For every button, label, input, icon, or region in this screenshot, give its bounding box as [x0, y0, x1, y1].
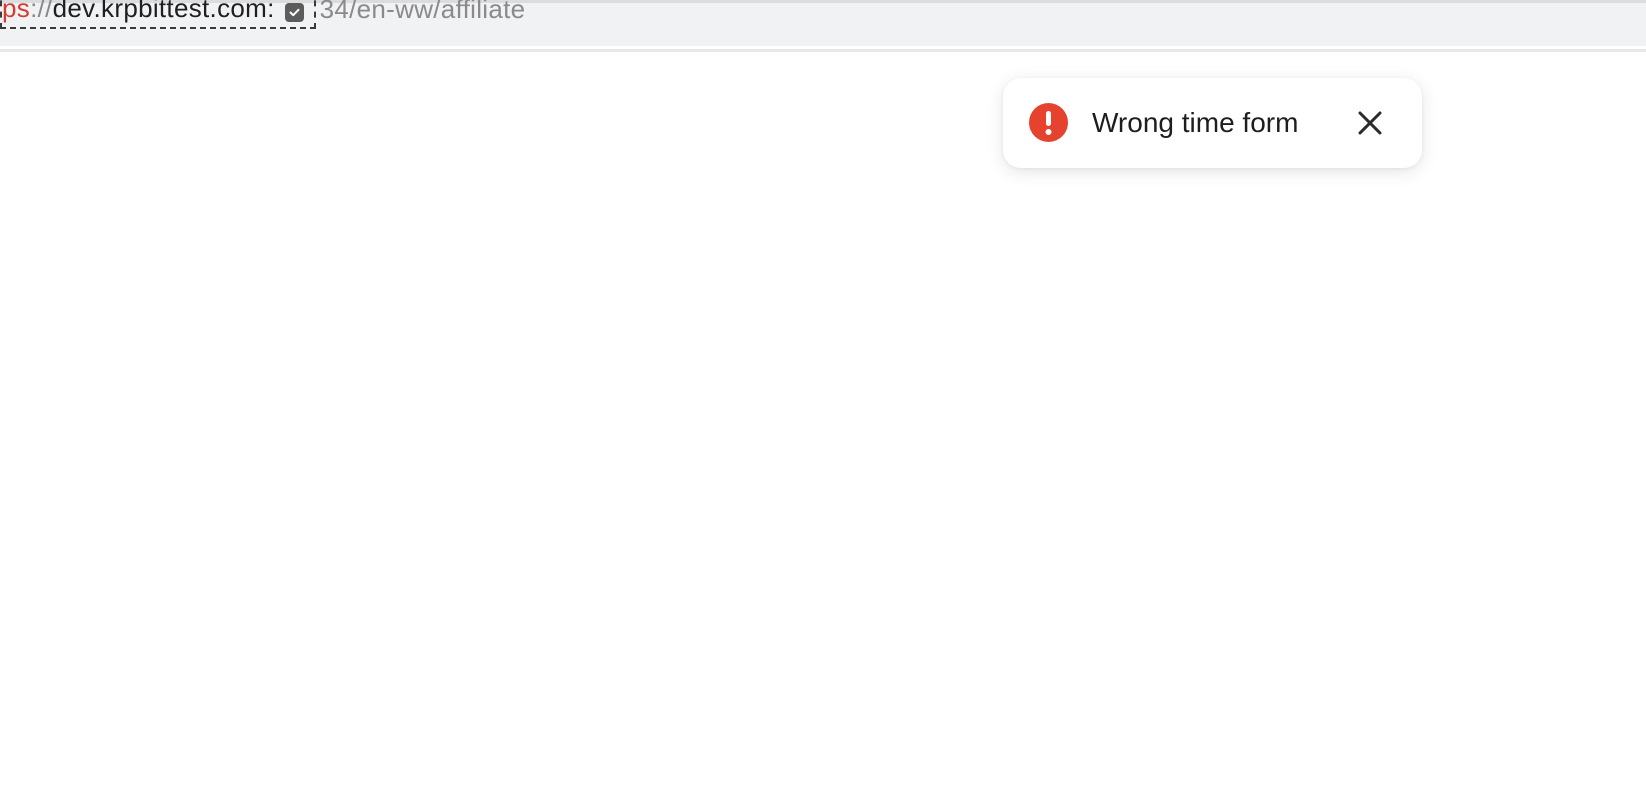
error-toast: Wrong time form	[1003, 78, 1422, 168]
url-host: dev.krpbittest.com:	[52, 0, 275, 23]
error-exclamation-icon	[1029, 103, 1068, 142]
url-scheme: ps	[2, 0, 31, 23]
page: ps://dev.krpbittest.com: 34/en-ww/affili…	[0, 0, 1646, 804]
dropdown-chip-icon[interactable]	[284, 2, 304, 22]
toast-message: Wrong time form	[1092, 107, 1299, 138]
close-icon[interactable]	[1355, 108, 1385, 138]
url-separator: ://	[30, 0, 53, 23]
url-bar-divider	[0, 49, 1646, 52]
browser-url-bar[interactable]: ps://dev.krpbittest.com: 34/en-ww/affili…	[0, 0, 1646, 46]
url-selection-highlight: ps://dev.krpbittest.com:	[0, 0, 316, 29]
url-path: 34/en-ww/affiliate	[319, 0, 526, 24]
url-text[interactable]: ps://dev.krpbittest.com: 34/en-ww/affili…	[0, 0, 525, 29]
